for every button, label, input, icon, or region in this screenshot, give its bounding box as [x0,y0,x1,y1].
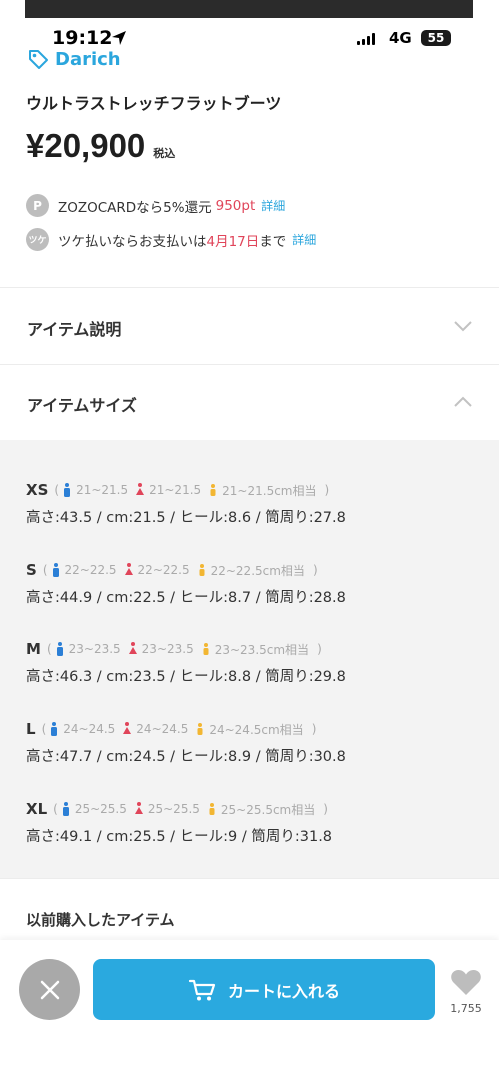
bottom-action-bar: カートに入れる 1,755 [0,940,499,1080]
size-detail: 高さ:44.9 / cm:22.5 / ヒール:8.7 / 筒周り:28.8 [26,590,346,606]
tsuke-date: 4月17日 [206,233,260,250]
size-men: 22~22.5 [64,563,117,577]
size-row: XL ( 25~25.5 25~25.5 25~25.5cm相当 ) 高さ:49… [26,800,333,845]
size-row: M ( 23~23.5 23~23.5 23~23.5cm相当 ) 高さ:46.… [26,640,346,685]
divider [0,364,499,365]
points-row: P ZOZOCARDなら5%還元 950pt 詳細 [26,194,285,217]
item-description-title: アイテム説明 [27,320,122,339]
divider [0,878,499,879]
size-kids: 24~24.5cm相当 [209,722,304,737]
close-button[interactable] [19,959,80,1020]
network-type: 4G [389,29,412,47]
size-men: 24~24.5 [63,722,116,736]
size-label: XS [26,481,49,499]
item-size-accordion[interactable]: アイテムサイズ [0,368,499,438]
size-label: S [26,561,37,579]
size-kids: 23~23.5cm相当 [214,642,310,657]
battery-level: 55 [427,31,445,45]
women-icon [124,563,133,575]
close-icon [40,980,59,999]
points-icon: P [26,194,49,217]
size-kids: 21~21.5cm相当 [222,483,317,498]
size-detail: 高さ:43.5 / cm:21.5 / ヒール:8.6 / 筒周り:27.8 [26,510,346,526]
divider [0,287,499,288]
add-to-cart-label: カートに入れる [227,981,340,1001]
size-women: 23~23.5 [141,642,194,656]
product-image-strip [25,0,473,18]
men-icon [62,802,69,816]
men-icon [51,722,58,736]
size-men: 23~23.5 [68,642,121,656]
points-detail-link[interactable]: 詳細 [261,197,285,214]
size-kids: 22~22.5cm相当 [210,563,305,578]
women-icon [134,802,143,814]
size-panel: XS ( 21~21.5 21~21.5 21~21.5cm相当 ) 高さ:43… [0,440,499,878]
size-row: S ( 22~22.5 22~22.5 22~22.5cm相当 ) 高さ:44.… [26,561,346,606]
size-men: 25~25.5 [74,802,127,816]
size-row: XS ( 21~21.5 21~21.5 21~21.5cm相当 ) 高さ:43… [26,481,346,526]
location-arrow-icon [112,31,126,45]
size-detail: 高さ:46.3 / cm:23.5 / ヒール:8.8 / 筒周り:29.8 [26,669,346,685]
men-icon [52,563,59,577]
size-women: 24~24.5 [136,722,189,736]
tag-icon [29,50,48,69]
size-kids: 25~25.5cm相当 [220,802,316,817]
tsuke-icon: ツケ [26,228,49,251]
tsuke-text-after: まで [259,233,287,250]
cart-icon [188,979,216,1000]
size-women: 25~25.5 [147,802,200,816]
previously-purchased-title: 以前購入したアイテム [26,911,175,929]
favorite-button[interactable]: 1,755 [448,968,484,1015]
men-icon [56,642,63,656]
signal-icon [357,33,375,45]
women-icon [128,642,137,654]
add-to-cart-button[interactable]: カートに入れる [93,959,435,1020]
kids-icon [209,803,215,815]
item-description-accordion[interactable]: アイテム説明 [0,292,499,362]
tsuke-detail-link[interactable]: 詳細 [292,231,316,248]
size-detail: 高さ:47.7 / cm:24.5 / ヒール:8.9 / 筒周り:30.8 [26,749,346,765]
size-label: M [26,640,41,658]
size-women: 21~21.5 [149,483,202,497]
brand-link[interactable]: Darich [27,48,121,70]
kids-icon [199,564,205,576]
men-icon [64,483,71,497]
item-size-title: アイテムサイズ [27,396,137,415]
kids-icon [203,643,209,655]
tsuke-row: ツケ ツケ払いならお支払いは 4月17日 まで 詳細 [26,228,316,251]
price-value: ¥20,900 [26,127,146,164]
size-women: 22~22.5 [137,563,190,577]
favorite-count: 1,755 [450,1002,482,1015]
size-label: L [26,720,36,738]
brand-name: Darich [55,48,121,70]
price: ¥20,900 税込 [26,127,175,165]
battery-icon: 55 [421,30,451,46]
kids-icon [210,484,216,496]
size-detail: 高さ:49.1 / cm:25.5 / ヒール:9 / 筒周り:31.8 [26,829,333,845]
product-name: ウルトラストレッチフラットブーツ [26,94,282,113]
size-men: 21~21.5 [76,483,129,497]
points-amount: 950pt [215,197,256,214]
chevron-down-icon [454,321,472,332]
size-label: XL [26,800,48,818]
women-icon [123,722,132,734]
points-text: ZOZOCARDなら5%還元 [58,199,212,216]
size-row: L ( 24~24.5 24~24.5 24~24.5cm相当 ) 高さ:47.… [26,720,346,765]
women-icon [136,483,145,495]
tsuke-text: ツケ払いならお支払いは [58,233,207,250]
heart-icon [451,970,481,995]
tax-label: 税込 [153,147,176,160]
kids-icon [197,723,203,735]
status-time: 19:12 [52,27,113,49]
chevron-up-icon [454,396,472,407]
